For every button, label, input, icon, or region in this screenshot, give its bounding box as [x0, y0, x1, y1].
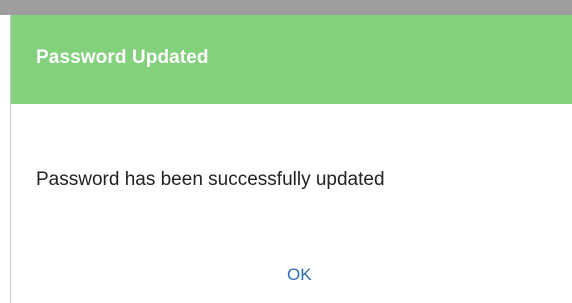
dialog-message: Password has been successfully updated: [36, 169, 385, 190]
dialog-header: Password Updated: [11, 15, 572, 104]
background-strip: [0, 0, 572, 15]
ok-button[interactable]: OK: [279, 261, 320, 289]
dialog-title: Password Updated: [36, 47, 209, 68]
password-updated-dialog: Password Updated Password has been succe…: [10, 15, 572, 303]
